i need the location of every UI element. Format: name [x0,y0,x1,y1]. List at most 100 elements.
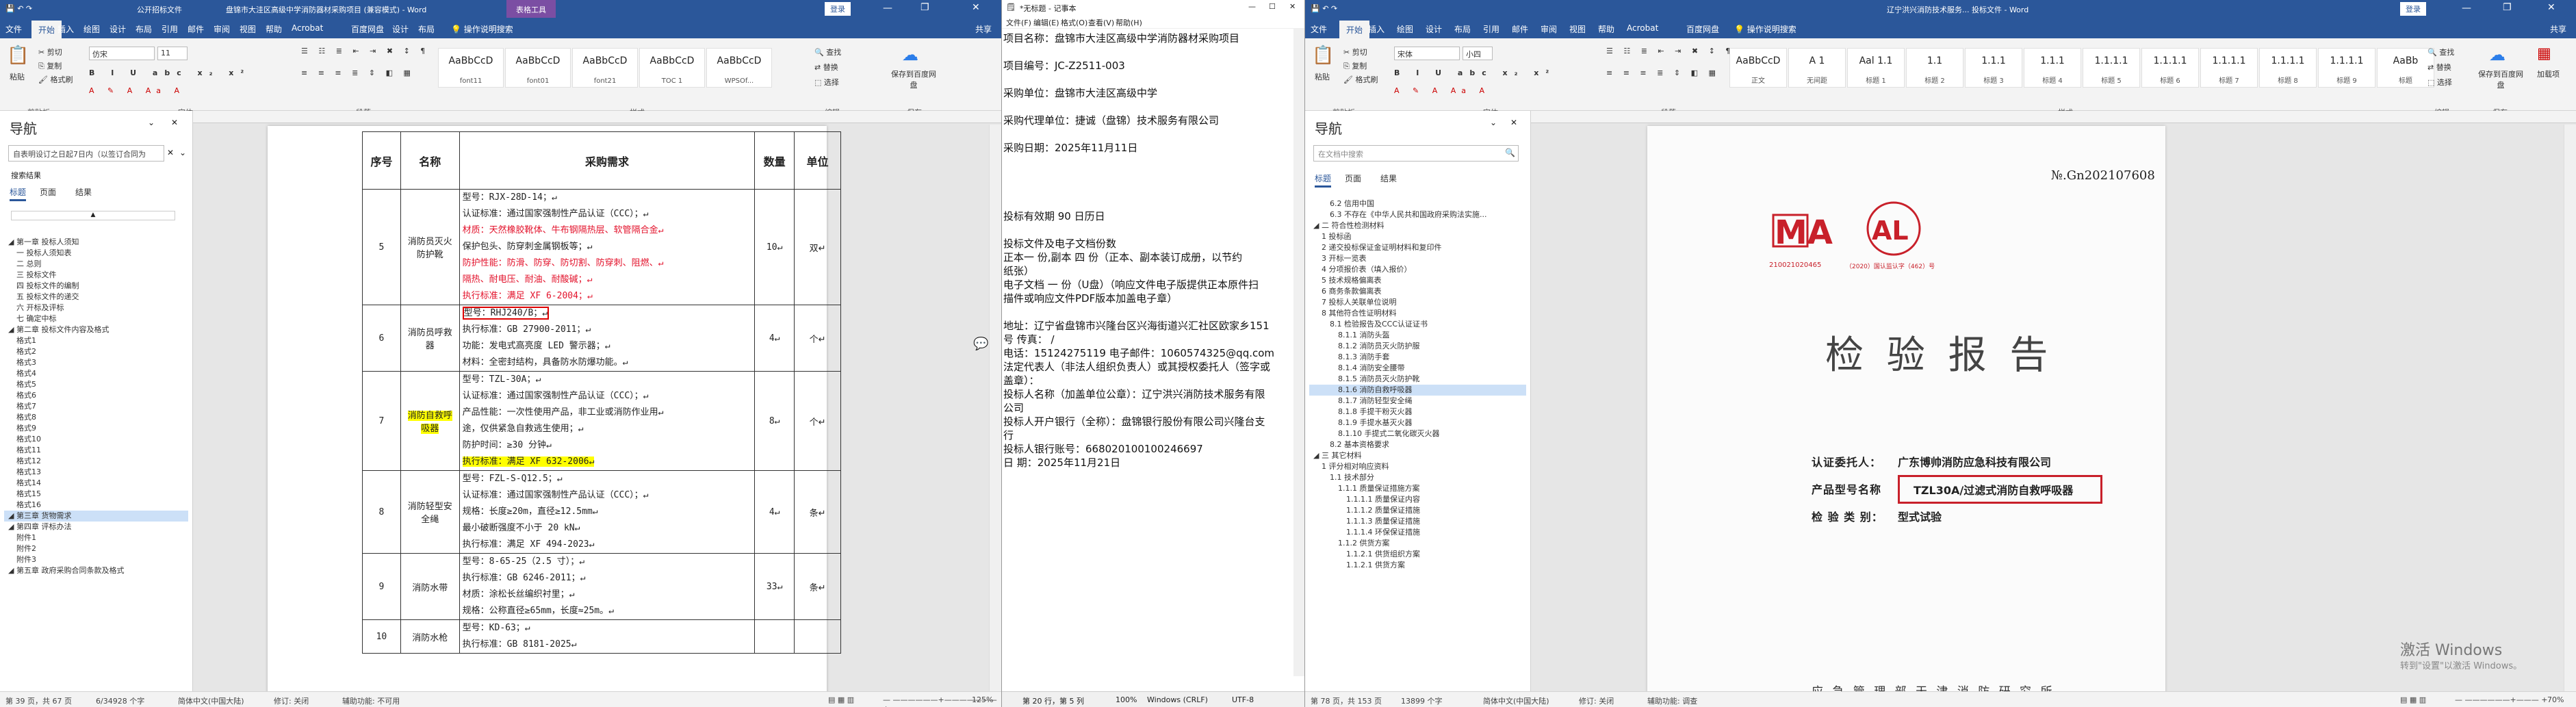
align-buttons-right[interactable]: ≡ ≡ ≡ ≣ ⇕ ◧ ▦ [1606,68,1720,77]
track-changes[interactable]: 修订: 关闭 [274,695,309,706]
notepad-menu-item[interactable]: 格式(O) [1061,17,1087,28]
baidu-cloud-icon[interactable]: ☁ [902,45,918,64]
nav-heading-item[interactable]: 格式2 [4,346,188,357]
ribbon-tab[interactable]: 帮助 [1598,23,1614,35]
close-button[interactable]: ✕ [972,2,980,13]
language[interactable]: 简体中文(中国大陆) [178,695,244,706]
nav-heading-item[interactable]: ◢ 二 符合性检测材料 [1309,220,1526,231]
style-option[interactable]: AaBb 标题 [2377,48,2434,88]
ribbon-tab[interactable]: 文件 [5,23,22,35]
paste-icon-right[interactable]: 📋 [1312,45,1334,66]
share-button[interactable]: 共享 [975,23,992,35]
ribbon-tab[interactable]: 邮件 [1512,23,1528,35]
copy-button-right[interactable]: ⎘ 复制 [1343,60,1367,71]
nav-heading-item[interactable]: 7 投标人关联单位说明 [1309,297,1526,308]
style-option[interactable]: 1.1.1.1 标题 7 [2200,48,2258,88]
row-requirements[interactable]: 型号：TZL-30A；↵ 认证标准：通过国家强制性产品认证（CCC）；↵ 产品性能：… [459,371,756,471]
signin-button-right[interactable]: 登录 [2400,2,2426,16]
nav-heading-item[interactable]: 8.1.2 消防员灭火防护服 [1309,341,1526,352]
paste-button[interactable]: 粘贴 [10,71,25,82]
tab-headings-right[interactable]: 标题 [1315,172,1332,188]
style-option[interactable]: AaBbCcD font21 [572,48,638,88]
ribbon-tab[interactable]: 邮件 [188,23,204,35]
font-size-select-right[interactable]: 小四 [1463,47,1493,60]
save-baidu-button-right[interactable]: 保存到百度网盘 [2477,68,2525,90]
vertical-scrollbar-right[interactable] [2564,125,2576,691]
paste-icon[interactable]: 📋 [7,45,29,66]
ribbon-tab[interactable]: 布局 [418,23,435,35]
nav-heading-item[interactable]: ◢ 三 其它材料 [1309,450,1526,461]
autosave-icon[interactable]: 💾 ↶ ↷ [5,4,32,13]
nav-heading-item[interactable]: 1.1.2 供货方案 [1309,538,1526,549]
baidu-cloud-icon-right[interactable]: ☁ [2489,45,2506,64]
nav-heading-item[interactable]: 1.1.1.1 质量保证内容 [1309,494,1526,505]
nav-heading-item[interactable]: ◢ 第四章 评标办法 [4,522,188,532]
nav-heading-item[interactable]: 1.1.2.1 供货组织方案 [1309,549,1526,560]
row-requirements[interactable]: 型号：8-65-25（2.5 寸）；↵ 执行标准：GB 6246-2011；↵ 材质… [459,553,756,620]
font-size-select[interactable]: 11 [157,47,188,60]
nav-heading-item[interactable]: ◢ 第五章 政府采购合同条款及格式 [4,565,188,576]
style-option[interactable]: AaBbCcD font01 [505,48,571,88]
search-dropdown-icon[interactable]: ⌄ [179,148,186,157]
ribbon-tab[interactable]: 文件 [1311,23,1327,35]
bold-italic-underline-buttons[interactable]: B I U abc x₂ x² [89,68,250,77]
nav-heading-item[interactable]: 8.1.10 手提式二氧化碳灭火器 [1309,428,1526,439]
replace-button-right[interactable]: ⇄ 替换 [2427,62,2451,73]
nav-heading-item[interactable]: 6.3 不存在《中华人民共和国政府采购法实施... [1309,209,1526,220]
expand-arrow-icon[interactable]: ◢ [1313,451,1322,460]
nav-heading-item[interactable]: 七 确定中标 [4,313,188,324]
nav-heading-item[interactable]: 8.1.8 手提干粉灭火器 [1309,407,1526,417]
nav-heading-item[interactable]: 1.1 技术部分 [1309,472,1526,483]
select-button[interactable]: ⬚ 选择 [814,77,839,88]
ribbon-tab[interactable]: 布局 [1454,23,1471,35]
nav-heading-item[interactable]: 格式15 [4,489,188,500]
nav-heading-item[interactable]: 附件3 [4,554,188,565]
language-right[interactable]: 简体中文(中国大陆) [1483,695,1549,706]
nav-heading-item[interactable]: 1.1.1.4 环保保证措施 [1309,527,1526,538]
ribbon-tab[interactable]: 开始 [1339,21,1370,38]
find-button-right[interactable]: 🔍 查找 [2427,47,2454,57]
ribbon-tab[interactable]: 审阅 [1541,23,1557,35]
tell-me-search[interactable]: 💡 操作说明搜索 [1734,23,1796,35]
signin-button[interactable]: 登录 [825,2,851,16]
ribbon-tab[interactable]: 视图 [1569,23,1586,35]
nav-search-input-right[interactable]: 在文档中搜索 [1313,145,1519,162]
nav-heading-item[interactable]: 格式7 [4,401,188,412]
nav-heading-item[interactable]: 6 商务条款偏离表 [1309,286,1526,297]
addins-button[interactable]: 加载项 [2537,68,2560,79]
nav-heading-item[interactable]: 8.1 检验报告及CCC认证证书 [1309,319,1526,330]
ribbon-tab[interactable]: 绘图 [1397,23,1413,35]
nav-heading-item[interactable]: 格式16 [4,500,188,511]
addins-icon[interactable]: ▦ [2537,45,2551,62]
notepad-maximize[interactable]: ☐ [1269,2,1276,11]
font-color-buttons[interactable]: A ✎ A Aa A [89,86,185,95]
ribbon-tab[interactable]: 绘图 [83,23,100,35]
close-button-right[interactable]: ✕ [2547,2,2555,13]
font-name-select[interactable]: 仿宋 [89,47,155,60]
accessibility-right[interactable]: 辅助功能: 调查 [1647,695,1697,706]
ribbon-tab[interactable]: 帮助 [266,23,282,35]
nav-heading-item[interactable]: 格式11 [4,445,188,456]
style-option[interactable]: 1.1.1 标题 3 [1965,48,2022,88]
nav-heading-item[interactable]: 附件2 [4,543,188,554]
tab-results-right[interactable]: 结果 [1380,172,1397,184]
nav-heading-item[interactable]: 3 开标一览表 [1309,253,1526,264]
nav-heading-item[interactable]: 8 其他符合性证明材料 [1309,308,1526,319]
word-count[interactable]: 6/34928 个字 [96,695,144,706]
style-option[interactable]: 1.1.1.1 标题 9 [2318,48,2375,88]
style-option[interactable]: 1.1.1.1 标题 8 [2259,48,2317,88]
vertical-scrollbar[interactable] [989,125,1001,691]
word-count-right[interactable]: 13899 个字 [1401,695,1443,706]
tell-me-search[interactable]: 💡 操作说明搜索 [451,23,513,35]
nav-heading-item[interactable]: 1 投标函 [1309,231,1526,242]
nav-heading-item[interactable]: 格式4 [4,368,188,379]
share-button[interactable]: 共享 [2550,23,2566,35]
format-painter-button-right[interactable]: 🖌 格式刷 [1343,74,1378,85]
nav-heading-item[interactable]: 1.1.1 质量保证措施方案 [1309,483,1526,494]
page-count-right[interactable]: 第 78 页，共 153 页 [1311,695,1382,706]
font-color-buttons-right[interactable]: A ✎ A Aa A [1394,86,1490,95]
view-buttons-right[interactable]: ▤ ▦ ▥ [2400,695,2426,704]
minimize-button[interactable]: — [883,3,892,14]
notepad-close[interactable]: ✕ [1289,2,1296,11]
nav-heading-item[interactable]: 附件1 [4,532,188,543]
